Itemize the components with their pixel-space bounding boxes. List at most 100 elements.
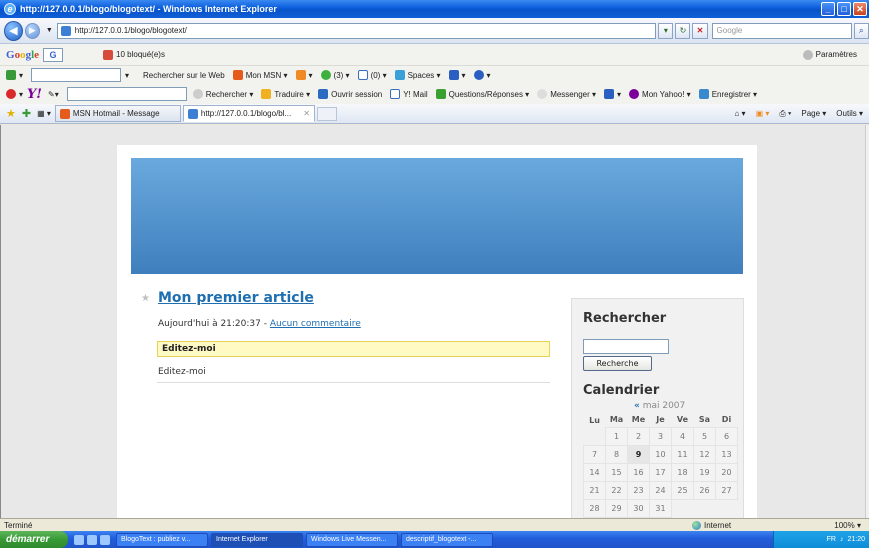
close-tab-icon[interactable]: ✕ (303, 109, 310, 118)
add-favorite-icon[interactable]: ✚ (22, 107, 31, 120)
calendar-day: 22 (605, 480, 628, 500)
translate-button[interactable]: Traduire ▾ (261, 89, 310, 99)
quick-tabs-icon[interactable]: ▦ ▾ (37, 109, 51, 118)
weekday-header: Di (721, 415, 732, 425)
close-button[interactable]: ✕ (853, 2, 867, 16)
yahoo-logo[interactable]: Y! (27, 87, 42, 102)
tab-label: MSN Hotmail - Message (72, 109, 160, 118)
yahoo-search-input[interactable] (66, 87, 187, 101)
history-dropdown-icon[interactable]: ▼ (46, 27, 53, 34)
login-button[interactable]: Ouvrir session (318, 89, 382, 99)
popup-blocker[interactable]: 10 bloqué(e)s (103, 49, 165, 60)
messenger-contacts-button[interactable]: (3) ▾ (320, 70, 350, 80)
post-title-link[interactable]: Mon premier article (158, 290, 314, 306)
minimize-button[interactable]: _ (821, 2, 835, 16)
rss-icon (295, 70, 306, 80)
tab-msn-hotmail[interactable]: MSN Hotmail - Message (54, 105, 181, 122)
month-label: mai 2007 (642, 401, 686, 411)
yahoo-y-menu[interactable]: ▾ (6, 89, 23, 99)
tools-menu[interactable]: Outils ▾ (836, 109, 863, 118)
calendar-empty-cell (584, 427, 606, 445)
post-divider (157, 382, 550, 383)
maximize-button[interactable]: □ (837, 2, 851, 16)
ie-quicklaunch-icon[interactable] (87, 534, 97, 545)
spaces-icon (394, 70, 405, 80)
rss-button[interactable]: ▾ (295, 70, 313, 80)
mon-msn-button[interactable]: Mon MSN ▾ (232, 70, 288, 80)
prev-month-link[interactable]: « (634, 401, 640, 411)
my-yahoo-button[interactable]: Mon Yahoo! ▾ (629, 89, 691, 99)
calendar-day: 6 (715, 426, 738, 446)
page-menu[interactable]: Page ▾ (801, 109, 826, 118)
address-dropdown-icon[interactable]: ▾ (658, 22, 674, 39)
blog-page: ★ Mon premier article Aujourd'hui à 21:2… (117, 145, 757, 518)
calendar-day: 2 (627, 426, 650, 446)
google-g-button[interactable]: G (43, 47, 64, 62)
plus-button[interactable]: ▾ (604, 89, 621, 99)
calendar-day: 20 (715, 462, 738, 482)
msn-extra-button[interactable]: ▾ (448, 70, 466, 80)
task-live-messenger[interactable]: Windows Live Messen... (306, 532, 398, 547)
system-tray: FR ♪ 21:20 (773, 531, 869, 548)
task-internet-explorer[interactable]: Internet Explorer (211, 532, 303, 547)
task-label: Windows Live Messen... (311, 536, 387, 543)
save-label: Enregistrer (711, 89, 751, 99)
spaces-button[interactable]: Spaces ▾ (394, 70, 441, 80)
translate-label: Traduire (274, 89, 304, 99)
ymail-label: Y! Mail (403, 89, 428, 99)
refresh-icon[interactable]: ↻ (675, 22, 691, 39)
post-highlight: Editez-moi (157, 341, 550, 357)
search-input[interactable]: Google (711, 22, 852, 39)
pencil-icon[interactable]: ✎▾ (48, 90, 59, 99)
search-web-button[interactable]: Rechercher sur le Web (143, 71, 225, 80)
weekday-header: Ve (676, 415, 689, 425)
language-indicator[interactable]: FR (827, 536, 836, 543)
stop-icon[interactable]: ✕ (692, 22, 708, 39)
help-button[interactable]: ▾ (473, 70, 491, 80)
help-icon (473, 70, 484, 80)
new-tab-button[interactable] (316, 106, 337, 121)
task-blogotext[interactable]: BlogoText : publiez v... (116, 532, 208, 547)
messenger-quicklaunch-icon[interactable] (100, 534, 110, 545)
task-descriptif[interactable]: descriptif_blogotext -... (401, 532, 493, 547)
calendar-day: 12 (693, 444, 716, 464)
zoom-level[interactable]: 100% ▾ (834, 521, 861, 530)
msn-menu-icon[interactable]: ▾ (6, 70, 23, 80)
yahoo-messenger-button[interactable]: Messenger ▾ (537, 89, 596, 99)
task-label: BlogoText : publiez v... (121, 536, 191, 543)
qa-label: Questions/Réponses (448, 89, 523, 99)
quick-launch (74, 534, 110, 545)
msn-search-input[interactable] (31, 68, 122, 82)
calendar-day: 30 (627, 498, 650, 518)
blog-search-input[interactable] (583, 339, 669, 354)
search-icon[interactable]: ⌕ (853, 22, 869, 39)
ymail-button[interactable]: Y! Mail (390, 89, 428, 99)
tab-blogotext[interactable]: http://127.0.0.1/blogo/bl... ✕ (182, 105, 315, 122)
start-button[interactable]: démarrer (0, 531, 68, 548)
clock[interactable]: 21:20 (847, 536, 865, 543)
desktop-icon[interactable] (74, 534, 84, 545)
save-button[interactable]: Enregistrer ▾ (698, 89, 757, 99)
comments-link[interactable]: Aucun commentaire (270, 319, 361, 329)
security-zone[interactable]: Internet (692, 520, 731, 530)
qa-button[interactable]: Questions/Réponses ▾ (435, 89, 529, 99)
feeds-icon[interactable]: ▣ ▾ (756, 109, 770, 118)
calendar-day: 31 (649, 498, 672, 518)
back-button[interactable]: ◀ (4, 20, 23, 41)
home-icon[interactable]: ⌂ ▾ (735, 109, 746, 118)
print-icon[interactable]: ⎙ ▾ (779, 109, 791, 119)
blog-search-button[interactable]: Recherche (583, 356, 652, 371)
favorites-star-icon[interactable]: ★ (6, 107, 16, 120)
vertical-scrollbar[interactable] (865, 125, 869, 518)
volume-icon[interactable]: ♪ (840, 536, 844, 543)
login-label: Ouvrir session (331, 89, 383, 99)
yahoo-search-button[interactable]: Rechercher ▾ (192, 89, 253, 99)
calendar-day: 25 (671, 480, 694, 500)
msn-search-dropdown[interactable]: ▾ (125, 71, 129, 80)
blocker-icon (103, 49, 114, 60)
forward-button[interactable]: ▶ (24, 22, 40, 39)
calendar-day: 15 (605, 462, 628, 482)
address-bar[interactable]: http://127.0.0.1/blogo/blogotext/ (56, 22, 657, 39)
mail-button[interactable]: (0) ▾ (357, 70, 387, 80)
settings-button[interactable]: Paramètres (802, 49, 857, 60)
